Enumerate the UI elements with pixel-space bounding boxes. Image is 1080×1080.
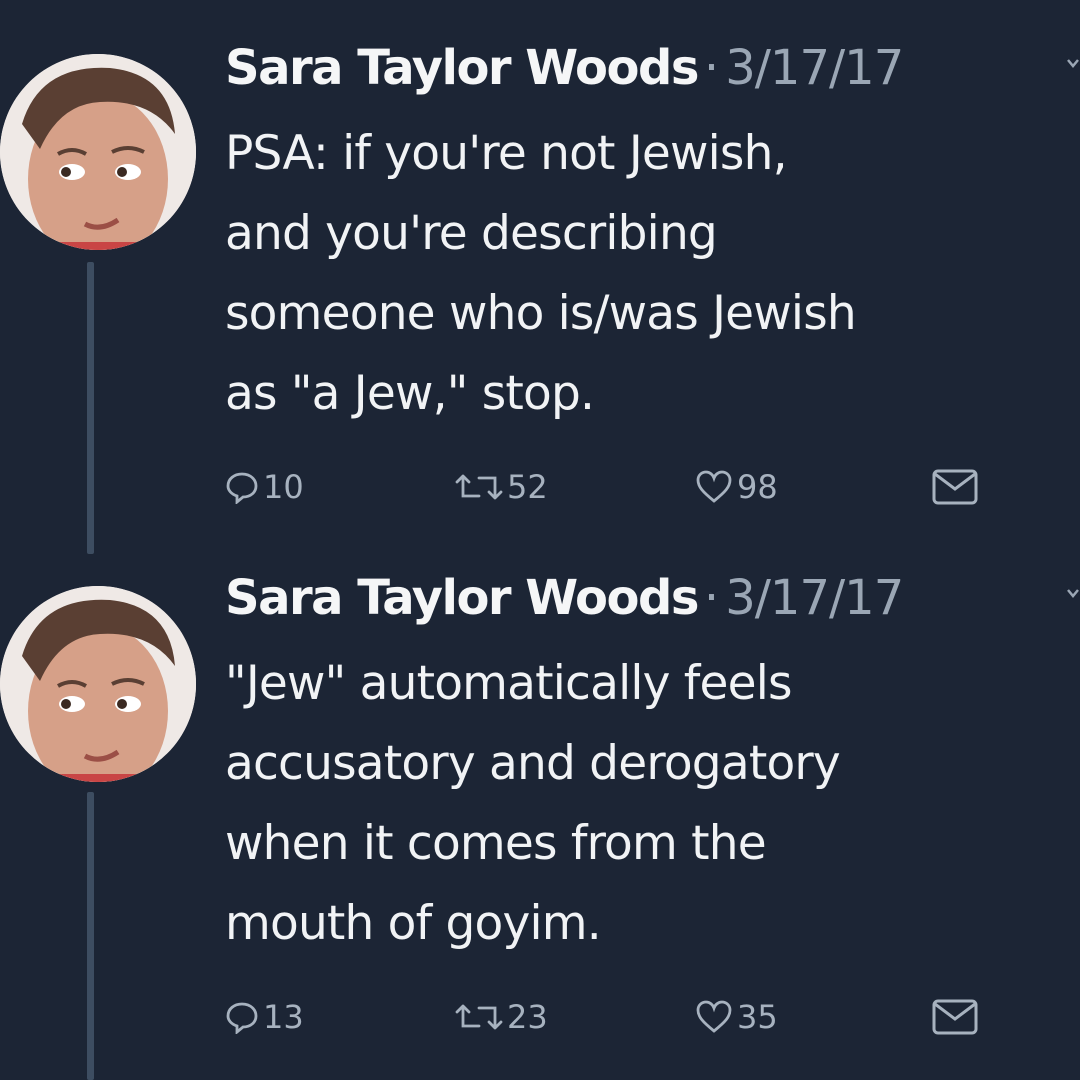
tweet[interactable]: Sara Taylor Woods · 3/17/17 PSA: if you'… xyxy=(0,0,1080,530)
tweet-line: "Jew" automatically feels xyxy=(225,656,792,711)
tweet-line: mouth of goyim. xyxy=(225,896,602,951)
retweet-count: 23 xyxy=(507,998,548,1036)
author-name[interactable]: Sara Taylor Woods xyxy=(225,40,699,96)
tweet-content: Sara Taylor Woods · 3/17/17 "Jew" automa… xyxy=(225,570,1080,964)
reply-icon xyxy=(226,1002,258,1034)
separator: · xyxy=(703,570,720,626)
retweet-button[interactable]: 23 xyxy=(455,998,548,1036)
reply-count: 10 xyxy=(263,468,304,506)
reply-count: 13 xyxy=(263,998,304,1036)
tweet-actions: 13 23 35 xyxy=(225,990,1080,1050)
avatar[interactable] xyxy=(0,54,196,250)
like-button[interactable]: 35 xyxy=(695,998,778,1036)
retweet-icon xyxy=(455,474,503,500)
tweet-text: "Jew" automatically feels accusatory and… xyxy=(225,644,1080,964)
direct-message-button[interactable] xyxy=(931,468,979,506)
retweet-count: 52 xyxy=(507,468,548,506)
chevron-down-icon[interactable] xyxy=(1066,50,1080,80)
author-name[interactable]: Sara Taylor Woods xyxy=(225,570,699,626)
like-icon xyxy=(696,470,732,503)
tweet-date[interactable]: 3/17/17 xyxy=(725,40,904,96)
tweet-header: Sara Taylor Woods · 3/17/17 xyxy=(225,40,1080,100)
tweet-line: someone who is/was Jewish xyxy=(225,286,857,341)
tweet-content: Sara Taylor Woods · 3/17/17 PSA: if you'… xyxy=(225,40,1080,434)
direct-message-icon xyxy=(932,469,978,505)
retweet-icon xyxy=(455,1004,503,1030)
reply-button[interactable]: 10 xyxy=(225,468,304,506)
separator: · xyxy=(703,40,720,96)
tweet-line: accusatory and derogatory xyxy=(225,736,841,791)
tweet-date[interactable]: 3/17/17 xyxy=(725,570,904,626)
avatar[interactable] xyxy=(0,586,196,782)
retweet-button[interactable]: 52 xyxy=(455,468,548,506)
like-count: 35 xyxy=(737,998,778,1036)
tweet-line: as "a Jew," stop. xyxy=(225,366,595,421)
tweet-line: PSA: if you're not Jewish, xyxy=(225,126,788,181)
tweet-actions: 10 52 98 xyxy=(225,460,1080,520)
like-button[interactable]: 98 xyxy=(695,468,778,506)
tweet-header: Sara Taylor Woods · 3/17/17 xyxy=(225,570,1080,630)
direct-message-icon xyxy=(932,999,978,1035)
tweet-text: PSA: if you're not Jewish, and you're de… xyxy=(225,114,1080,434)
like-icon xyxy=(696,1000,732,1033)
reply-icon xyxy=(226,472,258,504)
tweet[interactable]: Sara Taylor Woods · 3/17/17 "Jew" automa… xyxy=(0,530,1080,1060)
tweet-line: when it comes from the xyxy=(225,816,767,871)
like-count: 98 xyxy=(737,468,778,506)
chevron-down-icon[interactable] xyxy=(1066,580,1080,610)
reply-button[interactable]: 13 xyxy=(225,998,304,1036)
direct-message-button[interactable] xyxy=(931,998,979,1036)
tweet-line: and you're describing xyxy=(225,206,718,261)
